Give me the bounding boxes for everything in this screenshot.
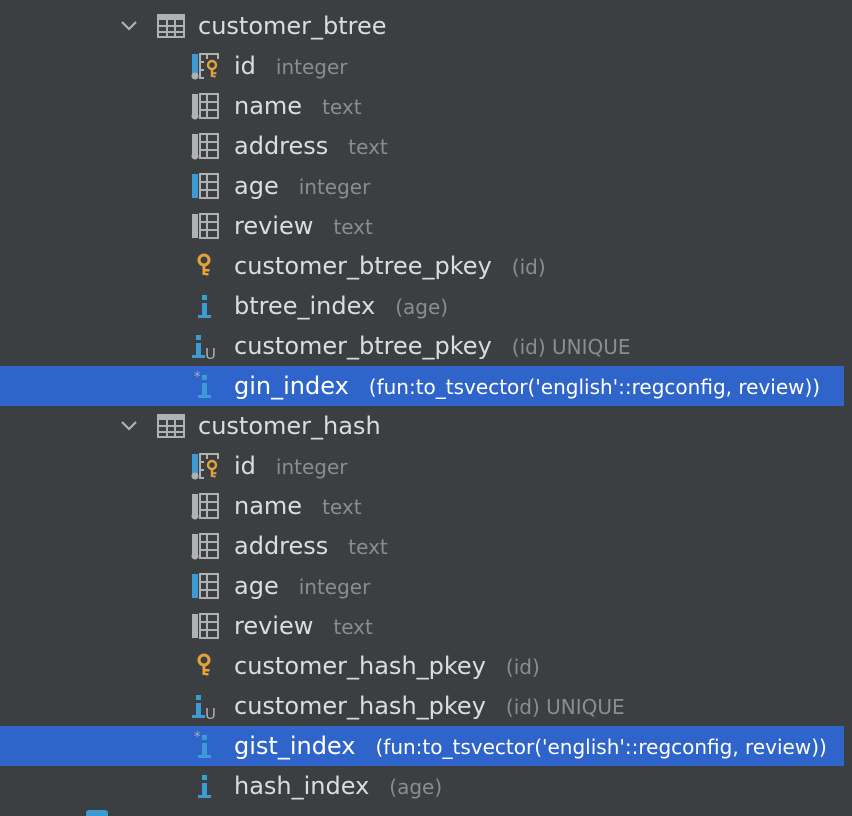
node-label: name text [234, 92, 362, 120]
table-icon [157, 414, 185, 438]
node-label: id integer [234, 452, 348, 480]
node-hint: (id) [511, 255, 546, 279]
not-null-column-icon [191, 533, 219, 560]
tree-node[interactable]: customer_btree_pkey (id) [0, 246, 852, 286]
node-label: address text [234, 132, 388, 160]
svg-text:*: * [194, 731, 201, 745]
tree-node[interactable]: name text [0, 486, 852, 526]
tree-node[interactable]: Ucustomer_btree_pkey (id) UNIQUE [0, 326, 852, 366]
node-label: review text [234, 612, 373, 640]
unique-index-icon: U [192, 695, 216, 721]
tree-node[interactable]: address text [0, 126, 852, 166]
node-label: age integer [234, 172, 371, 200]
indexed-column-icon [192, 573, 219, 599]
unique-index-icon: U [192, 335, 216, 361]
table-node[interactable]: customer_hash [0, 406, 852, 446]
tree-node[interactable]: review text [0, 606, 852, 646]
node-label: customer_hash_pkey (id) [234, 652, 540, 680]
column-icon [192, 213, 219, 239]
node-hint: integer [275, 455, 348, 479]
chevron-down-icon[interactable] [119, 18, 139, 34]
functional-index-icon: * [194, 371, 211, 398]
tree-node[interactable]: * gist_index (fun:to_tsvector('english'::r… [0, 726, 844, 766]
tree-node[interactable]: btree_index (age) [0, 286, 852, 326]
node-label: btree_index (age) [234, 292, 449, 320]
node-hint: text [333, 215, 373, 239]
node-label: review text [234, 212, 373, 240]
node-label: customer_btree [198, 12, 387, 40]
database-tree: customer_btree id integer name text address te… [0, 0, 852, 816]
node-hint: text [348, 535, 388, 559]
key-icon [197, 253, 211, 276]
node-hint: (fun:to_tsvector('english'::regconfig, r… [375, 735, 827, 759]
tree-node[interactable]: hash_index (age) [0, 766, 852, 806]
not-null-column-icon [191, 133, 219, 160]
chevron-down-icon[interactable] [119, 418, 139, 434]
node-hint: text [322, 95, 362, 119]
next-row-edge [86, 810, 108, 816]
node-label: customer_hash_pkey (id) UNIQUE [234, 692, 625, 720]
node-hint: integer [298, 175, 371, 199]
tree-node[interactable]: id integer [0, 46, 852, 86]
index-icon [198, 295, 211, 318]
node-hint: (age) [389, 775, 443, 799]
node-label: customer_btree_pkey (id) [234, 252, 546, 280]
key-icon [197, 653, 211, 676]
functional-index-icon: * [194, 731, 211, 758]
tree-node[interactable]: age integer [0, 566, 852, 606]
node-hint: (id) UNIQUE [511, 335, 631, 359]
node-label: gist_index (fun:to_tsvector('english'::re… [234, 732, 827, 760]
node-label: age integer [234, 572, 371, 600]
not-null-column-icon [191, 93, 219, 120]
tree-node[interactable]: name text [0, 86, 852, 126]
svg-text:U: U [205, 705, 216, 721]
node-label: customer_btree_pkey (id) UNIQUE [234, 332, 631, 360]
node-label: gin_index (fun:to_tsvector('english'::reg… [234, 372, 821, 400]
node-hint: (id) UNIQUE [505, 695, 625, 719]
node-hint: text [348, 135, 388, 159]
indexed-column-icon [192, 173, 219, 199]
node-label: address text [234, 532, 388, 560]
node-hint: (id) [505, 655, 540, 679]
tree-node[interactable]: customer_hash_pkey (id) [0, 646, 852, 686]
column-icon [192, 613, 219, 639]
node-label: hash_index (age) [234, 772, 443, 800]
node-label: id integer [234, 52, 348, 80]
node-hint: integer [275, 55, 348, 79]
tree-node[interactable]: address text [0, 526, 852, 566]
primary-key-column-icon [191, 453, 220, 481]
tree-node[interactable]: * gin_index (fun:to_tsvector('english'::re… [0, 366, 844, 406]
tree-node[interactable]: age integer [0, 166, 852, 206]
node-hint: text [322, 495, 362, 519]
node-hint: (fun:to_tsvector('english'::regconfig, r… [368, 375, 821, 399]
node-hint: (age) [395, 295, 449, 319]
node-label: customer_hash [198, 412, 381, 440]
node-hint: text [333, 615, 373, 639]
node-label: name text [234, 492, 362, 520]
table-icon [157, 14, 185, 38]
svg-text:U: U [205, 345, 216, 361]
index-icon [198, 775, 211, 798]
table-node[interactable]: customer_btree [0, 6, 852, 46]
tree-node[interactable]: review text [0, 206, 852, 246]
node-hint: integer [298, 575, 371, 599]
tree-node[interactable]: Ucustomer_hash_pkey (id) UNIQUE [0, 686, 852, 726]
svg-text:*: * [194, 371, 201, 385]
tree-node[interactable]: id integer [0, 446, 852, 486]
primary-key-column-icon [191, 53, 220, 81]
not-null-column-icon [191, 493, 219, 520]
